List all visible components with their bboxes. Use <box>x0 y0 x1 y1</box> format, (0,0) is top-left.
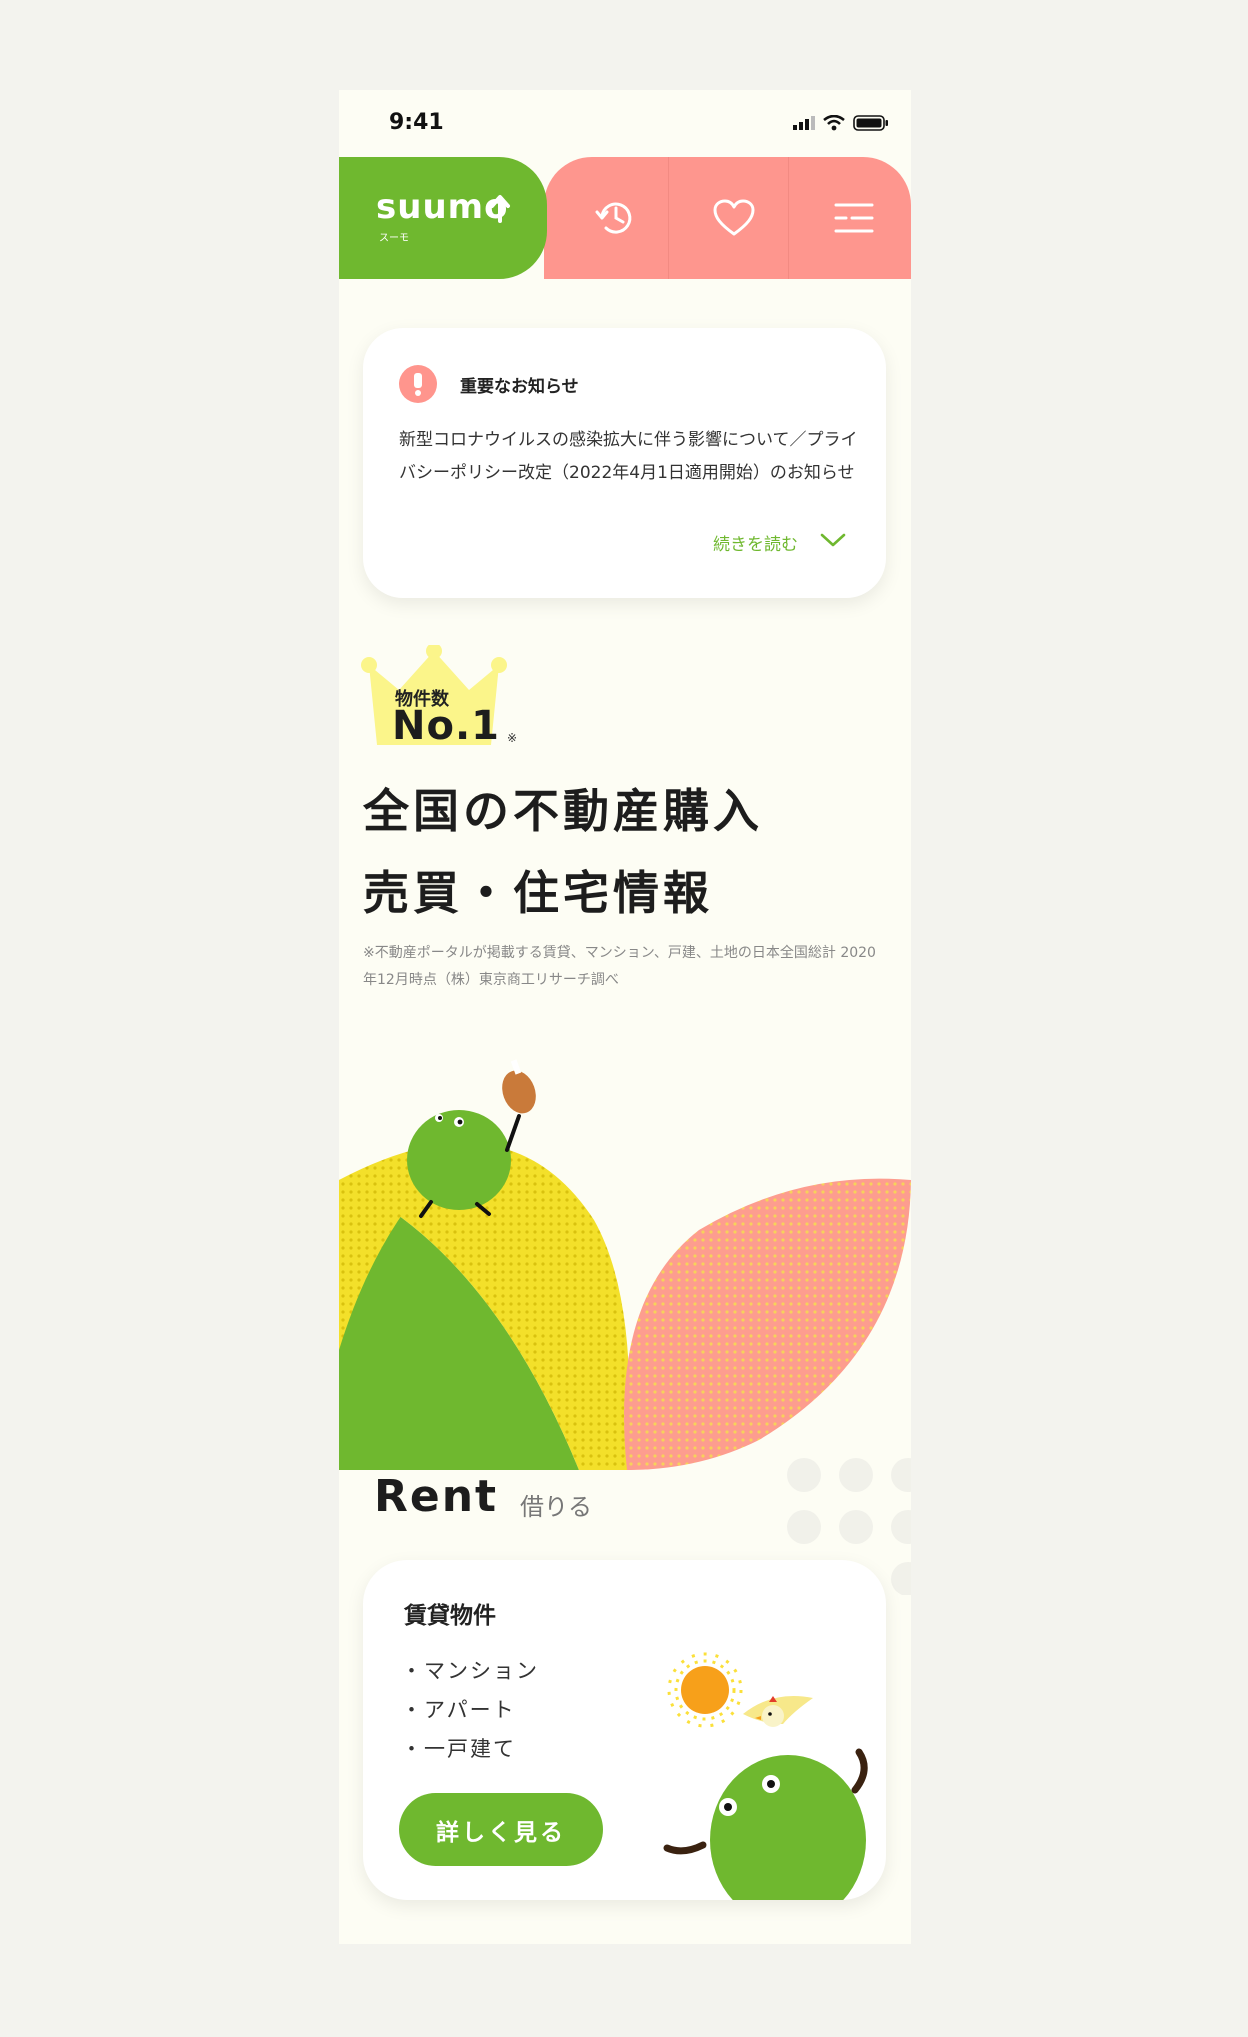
nav-divider <box>788 157 789 279</box>
rental-card-title: 賃貸物件 <box>404 1603 496 1629</box>
history-icon <box>595 202 632 234</box>
badge-mark: ※ <box>507 731 518 745</box>
hero-title: 全国の不動産購入 売買・住宅情報 <box>363 770 883 934</box>
status-bar: 9:41 <box>339 90 911 157</box>
favorites-button[interactable] <box>674 157 794 279</box>
logo-arrow-icon <box>490 195 510 223</box>
hero-illustration <box>339 1059 911 1470</box>
sun-icon <box>667 1652 743 1728</box>
rental-card-illustration <box>663 1652 868 1900</box>
rent-section-subtitle: 借りる <box>520 1493 592 1521</box>
notice-title: 重要なお知らせ <box>460 377 579 397</box>
hero-title-line2: 売買・住宅情報 <box>363 866 713 920</box>
hero-footnote: ※不動産ポータルが掲載する賃貸、マンション、戸建、土地の日本全国総計 2020年… <box>363 945 876 988</box>
important-notice-card: 重要なお知らせ 新型コロナウイルスの感染拡大に伴う影響について／プライバシーポリ… <box>363 328 886 598</box>
battery-icon <box>853 115 888 131</box>
list-item[interactable]: ・アパート <box>401 1691 539 1730</box>
rental-card: 賃貸物件 ・マンション ・アパート ・一戸建て 詳しく見る <box>363 1560 886 1900</box>
site-header: suumo スーモ <box>339 157 911 279</box>
history-button[interactable] <box>556 157 676 279</box>
signal-icon <box>793 116 815 130</box>
bird-icon <box>743 1696 813 1727</box>
chevron-down-icon[interactable] <box>820 532 846 548</box>
wifi-icon <box>823 115 845 131</box>
menu-icon <box>834 203 874 233</box>
list-item[interactable]: ・一戸建て <box>401 1730 539 1769</box>
no1-badge: 物件数 No.1 ※ <box>359 643 529 759</box>
list-item[interactable]: ・マンション <box>401 1652 539 1691</box>
heart-icon <box>713 199 755 236</box>
phone-screen: 9:41 suumo スーモ 重要なお知らせ 新型コロナウイルスの感染拡大に伴う… <box>339 90 911 1944</box>
nav-divider <box>668 157 669 279</box>
site-logo[interactable]: suumo スーモ <box>339 157 547 279</box>
rental-type-list: ・マンション ・アパート ・一戸建て <box>401 1652 539 1769</box>
suumo-mascot <box>663 1748 868 1900</box>
logo-subtext: スーモ <box>379 233 409 244</box>
status-time: 9:41 <box>389 110 444 135</box>
menu-button[interactable] <box>794 157 911 279</box>
read-more-link[interactable]: 続きを読む <box>713 530 798 555</box>
details-button[interactable]: 詳しく見る <box>399 1793 603 1866</box>
hero-title-line1: 全国の不動産購入 <box>363 784 763 838</box>
header-nav <box>544 157 911 279</box>
badge-rank: No.1 <box>392 703 500 749</box>
status-icons <box>793 115 889 131</box>
rent-section-title: Rent <box>374 1471 499 1522</box>
notice-body: 新型コロナウイルスの感染拡大に伴う影響について／プライバシーポリシー改定（202… <box>399 430 858 483</box>
alert-icon <box>399 365 437 403</box>
